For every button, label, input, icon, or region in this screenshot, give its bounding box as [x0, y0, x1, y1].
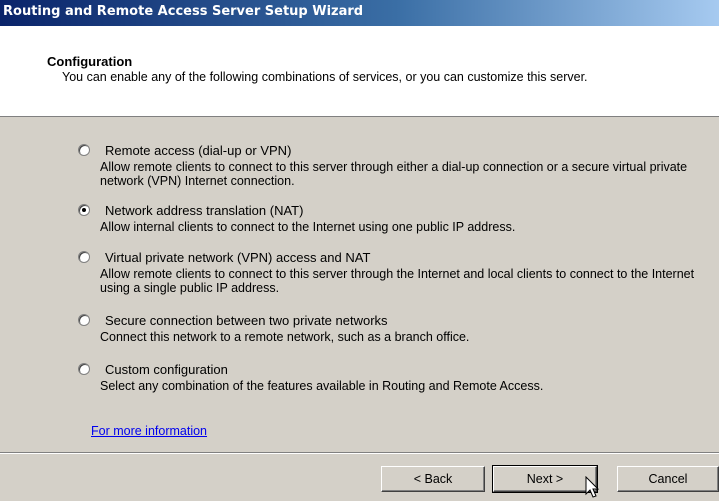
- title-bar[interactable]: Routing and Remote Access Server Setup W…: [0, 0, 719, 26]
- radio-secure-connection[interactable]: [78, 314, 90, 326]
- option-description: Allow internal clients to connect to the…: [100, 220, 516, 234]
- page-description: You can enable any of the following comb…: [62, 70, 588, 84]
- option-label[interactable]: Virtual private network (VPN) access and…: [105, 250, 370, 265]
- option-label[interactable]: Remote access (dial-up or VPN): [105, 143, 291, 158]
- radio-remote-access[interactable]: [78, 144, 90, 156]
- option-label[interactable]: Network address translation (NAT): [105, 203, 303, 218]
- wizard-header: Configuration You can enable any of the …: [0, 26, 719, 117]
- option-description: Connect this network to a remote network…: [100, 330, 470, 344]
- next-button[interactable]: Next >: [492, 465, 598, 493]
- radio-custom-configuration[interactable]: [78, 363, 90, 375]
- cancel-button[interactable]: Cancel: [617, 466, 719, 492]
- option-description: Select any combination of the features a…: [100, 379, 544, 393]
- option-description: Allow remote clients to connect to this …: [100, 267, 695, 295]
- option-label[interactable]: Secure connection between two private ne…: [105, 313, 388, 328]
- back-button[interactable]: < Back: [381, 466, 485, 492]
- footer-divider: [0, 452, 719, 454]
- page-title: Configuration: [47, 54, 133, 69]
- radio-nat[interactable]: [78, 204, 90, 216]
- mouse-pointer-icon: [585, 476, 600, 498]
- radio-vpn-and-nat[interactable]: [78, 251, 90, 263]
- option-label[interactable]: Custom configuration: [105, 362, 228, 377]
- window-title: Routing and Remote Access Server Setup W…: [3, 4, 364, 19]
- option-description: Allow remote clients to connect to this …: [100, 160, 688, 188]
- more-information-link[interactable]: For more information: [91, 424, 207, 438]
